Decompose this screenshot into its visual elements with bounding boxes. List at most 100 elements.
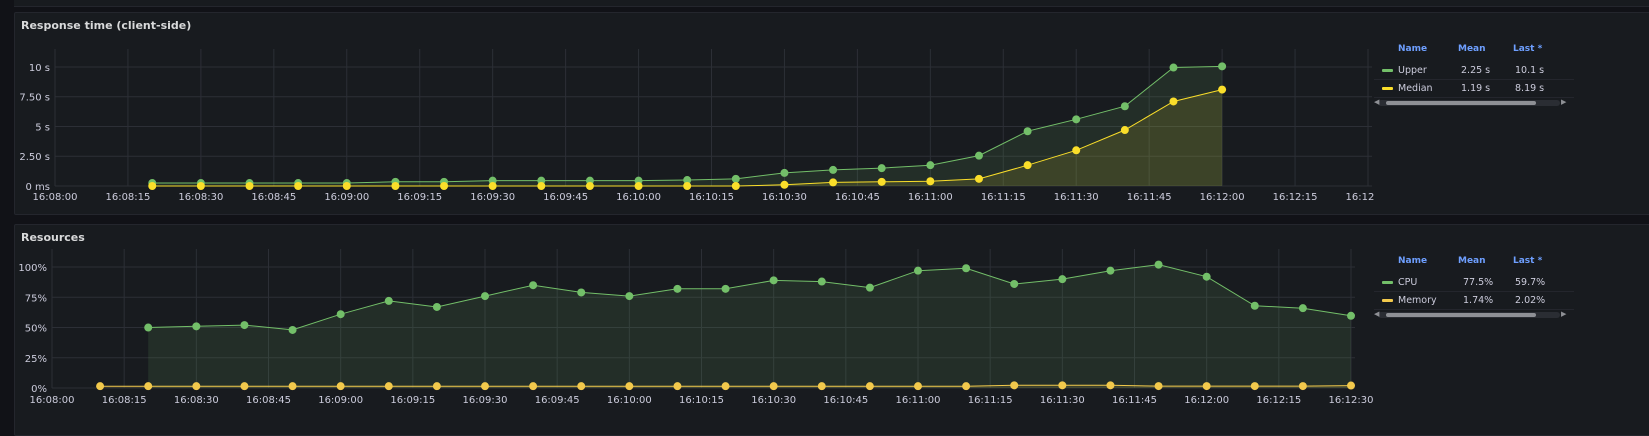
data-point[interactable] xyxy=(1154,260,1163,269)
data-point[interactable] xyxy=(240,382,249,391)
data-point[interactable] xyxy=(384,296,393,305)
data-point[interactable] xyxy=(1072,146,1081,155)
data-point[interactable] xyxy=(342,182,351,190)
data-point[interactable] xyxy=(1010,279,1019,288)
data-point[interactable] xyxy=(865,283,874,292)
scroll-left-icon[interactable]: ◀ xyxy=(1374,310,1379,318)
scroll-right-icon[interactable]: ▶ xyxy=(1561,310,1566,318)
legend-header-last[interactable]: Last * xyxy=(1513,44,1542,54)
legend-horizontal-scrollbar[interactable]: ◀ ▶ xyxy=(1374,310,1566,318)
data-point[interactable] xyxy=(769,382,778,391)
scroll-right-icon[interactable]: ▶ xyxy=(1561,98,1566,106)
data-point[interactable] xyxy=(1169,97,1178,106)
response-time-chart[interactable]: 0 ms2.50 s5 s7.50 s10 s16:08:00 16:08:15 1… xyxy=(15,13,1375,216)
data-point[interactable] xyxy=(780,180,789,189)
data-point[interactable] xyxy=(1058,381,1067,390)
data-point[interactable] xyxy=(192,322,201,331)
data-point[interactable] xyxy=(877,177,886,186)
data-point[interactable] xyxy=(1218,85,1227,94)
data-point[interactable] xyxy=(865,382,874,391)
data-point[interactable] xyxy=(336,310,345,319)
data-point[interactable] xyxy=(683,182,692,190)
data-point[interactable] xyxy=(1218,62,1227,71)
data-point[interactable] xyxy=(537,182,546,190)
data-point[interactable] xyxy=(634,182,643,190)
legend-row-upper[interactable]: Upper 2.25 s 10.1 s xyxy=(1374,62,1574,80)
legend-horizontal-scrollbar[interactable]: ◀ ▶ xyxy=(1374,98,1566,106)
data-point[interactable] xyxy=(1023,161,1032,170)
data-point[interactable] xyxy=(721,284,730,293)
data-point[interactable] xyxy=(577,382,586,391)
data-point[interactable] xyxy=(585,182,594,190)
data-point[interactable] xyxy=(673,382,682,391)
data-point[interactable] xyxy=(1058,275,1067,284)
data-point[interactable] xyxy=(1154,382,1163,391)
data-point[interactable] xyxy=(144,323,153,332)
data-point[interactable] xyxy=(1347,381,1355,390)
data-point[interactable] xyxy=(974,174,983,183)
data-point[interactable] xyxy=(1010,381,1019,390)
data-point[interactable] xyxy=(625,382,634,391)
data-point[interactable] xyxy=(577,288,586,297)
data-point[interactable] xyxy=(962,264,971,273)
data-point[interactable] xyxy=(529,382,538,391)
data-point[interactable] xyxy=(780,168,789,177)
data-point[interactable] xyxy=(1106,266,1115,275)
scrollbar-thumb[interactable] xyxy=(1386,313,1536,317)
data-point[interactable] xyxy=(817,382,826,391)
data-point[interactable] xyxy=(926,161,935,170)
legend-header-name[interactable]: Name xyxy=(1398,44,1427,54)
legend-row-cpu[interactable]: CPU 77.5% 59.7% xyxy=(1374,274,1574,292)
data-point[interactable] xyxy=(488,182,497,190)
data-point[interactable] xyxy=(1298,382,1307,391)
data-point[interactable] xyxy=(240,321,249,330)
data-point[interactable] xyxy=(432,382,441,391)
data-point[interactable] xyxy=(1250,382,1259,391)
data-point[interactable] xyxy=(877,164,886,173)
legend-header-mean[interactable]: Mean xyxy=(1458,44,1486,54)
data-point[interactable] xyxy=(1023,127,1032,136)
data-point[interactable] xyxy=(731,182,740,190)
data-point[interactable] xyxy=(1106,381,1115,390)
data-point[interactable] xyxy=(1169,63,1178,72)
series-cpu[interactable] xyxy=(144,260,1355,388)
scroll-left-icon[interactable]: ◀ xyxy=(1374,98,1379,106)
data-point[interactable] xyxy=(391,182,400,190)
data-point[interactable] xyxy=(245,182,254,190)
scrollbar-thumb[interactable] xyxy=(1386,101,1536,105)
data-point[interactable] xyxy=(673,284,682,293)
data-point[interactable] xyxy=(384,382,393,391)
data-point[interactable] xyxy=(769,276,778,285)
data-point[interactable] xyxy=(1298,304,1307,313)
data-point[interactable] xyxy=(914,382,922,391)
data-point[interactable] xyxy=(1120,126,1129,135)
data-point[interactable] xyxy=(1250,301,1259,310)
data-point[interactable] xyxy=(196,182,205,190)
legend-row-median[interactable]: Median 1.19 s 8.19 s xyxy=(1374,80,1574,98)
data-point[interactable] xyxy=(192,382,201,391)
data-point[interactable] xyxy=(529,281,538,290)
data-point[interactable] xyxy=(1202,382,1211,391)
data-point[interactable] xyxy=(974,151,983,160)
resources-chart[interactable]: 0% 25% 50% 75% 100% 16:08:00 16:08:15 16:08:30 1… xyxy=(15,225,1375,432)
data-point[interactable] xyxy=(829,165,838,174)
data-point[interactable] xyxy=(288,382,297,391)
data-point[interactable] xyxy=(817,277,826,286)
data-point[interactable] xyxy=(1072,115,1081,124)
data-point[interactable] xyxy=(481,292,489,301)
data-point[interactable] xyxy=(288,325,297,334)
data-point[interactable] xyxy=(731,174,740,183)
data-point[interactable] xyxy=(294,182,303,190)
data-point[interactable] xyxy=(148,182,157,190)
data-point[interactable] xyxy=(926,177,935,186)
legend-row-memory[interactable]: Memory 1.74% 2.02% xyxy=(1374,292,1574,310)
data-point[interactable] xyxy=(625,292,634,301)
legend-header-name[interactable]: Name xyxy=(1398,256,1427,266)
data-point[interactable] xyxy=(1347,311,1355,320)
data-point[interactable] xyxy=(1120,102,1129,111)
data-point[interactable] xyxy=(962,382,971,391)
data-point[interactable] xyxy=(721,382,730,391)
data-point[interactable] xyxy=(914,266,922,275)
data-point[interactable] xyxy=(1202,272,1211,281)
data-point[interactable] xyxy=(440,182,449,190)
